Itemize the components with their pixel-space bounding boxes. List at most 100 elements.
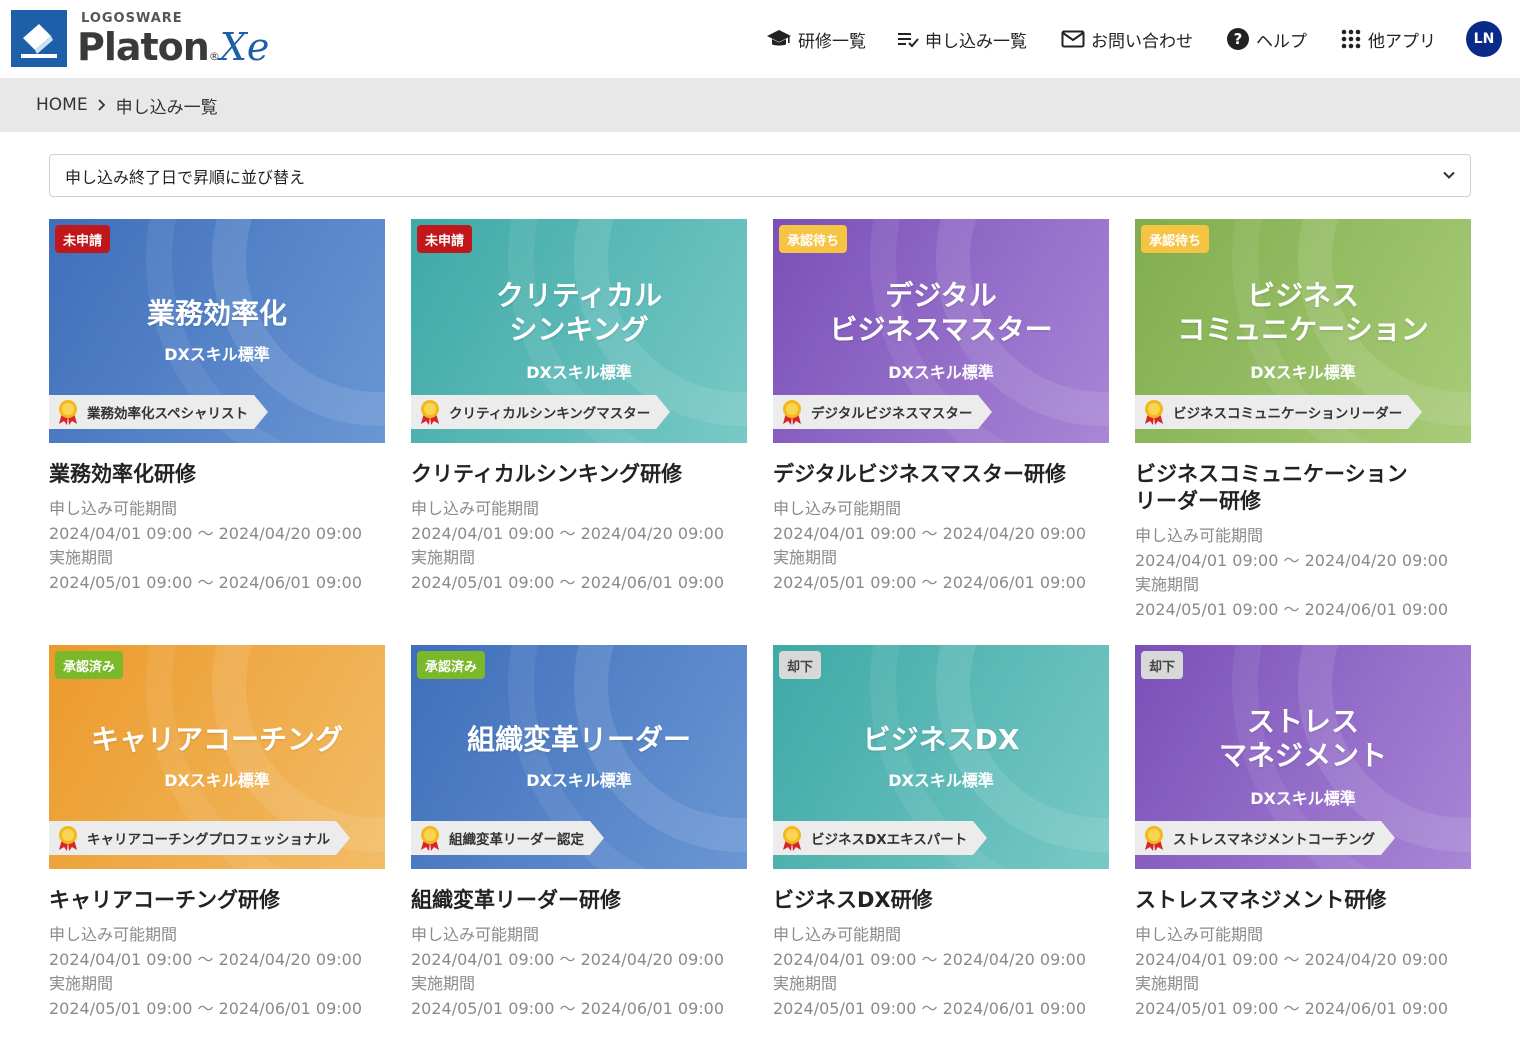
apply-period-value: 2024/04/01 09:00 〜 2024/04/20 09:00 (411, 523, 725, 543)
thumb-title-line: シンキング (509, 313, 649, 346)
nav-application-list[interactable]: 申し込み一覧 (897, 22, 1027, 56)
impl-period-value: 2024/05/01 09:00 〜 2024/06/01 09:00 (411, 998, 725, 1018)
impl-period-label: 実施期間 (1135, 974, 1200, 993)
apply-period-label: 申し込み可能期間 (773, 499, 902, 518)
impl-period-value: 2024/05/01 09:00 〜 2024/06/01 09:00 (773, 998, 1087, 1018)
impl-period-label: 実施期間 (49, 548, 114, 567)
course-periods: 申し込み可能期間 2024/04/01 09:00 〜 2024/04/20 0… (411, 923, 747, 1021)
course-thumbnail[interactable]: 却下 ビジネスDX DXスキル標準 ビジネスDXエキスパート (773, 645, 1109, 869)
sort-select[interactable]: 申し込み終了日で昇順に並び替え (49, 154, 1471, 197)
thumb-subtitle: DXスキル標準 (888, 363, 994, 382)
thumb-subtitle: DXスキル標準 (164, 345, 270, 364)
thumb-subtitle: DXスキル標準 (526, 771, 632, 790)
medal-icon (57, 825, 79, 851)
platon-xe-logo[interactable]: LOGOSWARE Platon®Xe (11, 10, 301, 70)
nav-label: お問い合わせ (1091, 31, 1193, 52)
breadcrumb-home[interactable]: HOME (36, 95, 88, 115)
status-badge: 却下 (779, 651, 822, 679)
course-periods: 申し込み可能期間 2024/04/01 09:00 〜 2024/04/20 0… (49, 497, 385, 595)
course-card[interactable]: 却下 ビジネスDX DXスキル標準 ビジネスDXエキスパート ビジネスDX研修 … (773, 645, 1109, 1021)
apply-period-value: 2024/04/01 09:00 〜 2024/04/20 09:00 (1135, 949, 1449, 969)
ribbon-label: クリティカルシンキングマスター (449, 406, 651, 422)
impl-period-value: 2024/05/01 09:00 〜 2024/06/01 09:00 (49, 572, 363, 592)
certification-ribbon: ストレスマネジメントコーチング (1135, 821, 1396, 855)
course-title[interactable]: 業務効率化研修 (49, 461, 385, 488)
course-title[interactable]: デジタルビジネスマスター研修 (773, 461, 1109, 488)
course-thumbnail[interactable]: 却下 ストレス マネジメント DXスキル標準 ストレスマネジメントコーチング (1135, 645, 1471, 869)
list-check-icon (898, 33, 919, 48)
certification-ribbon: 業務効率化スペシャリスト (49, 395, 269, 429)
ribbon-label: デジタルビジネスマスター (811, 406, 973, 422)
certification-ribbon: デジタルビジネスマスター (773, 395, 993, 429)
nav-label: 他アプリ (1368, 31, 1436, 52)
medal-icon (1143, 399, 1165, 425)
logo-brand-text: Platon®Xe (77, 25, 270, 69)
nav-course-list[interactable]: 研修一覧 (766, 22, 866, 56)
course-periods: 申し込み可能期間 2024/04/01 09:00 〜 2024/04/20 0… (1135, 923, 1471, 1021)
course-card[interactable]: 承認待ち デジタル ビジネスマスター DXスキル標準 デジタルビジネスマスター デ… (773, 219, 1109, 595)
thumb-subtitle: DXスキル標準 (164, 771, 270, 790)
chevron-right-icon (97, 99, 106, 111)
medal-icon (57, 399, 79, 425)
logo-mark-icon (11, 10, 67, 67)
course-card[interactable]: 承認待ち ビジネス コミュニケーション DXスキル標準 ビジネスコミュニケーション… (1135, 219, 1471, 622)
status-badge: 承認待ち (779, 225, 848, 253)
apply-period-value: 2024/04/01 09:00 〜 2024/04/20 09:00 (773, 523, 1087, 543)
impl-period-label: 実施期間 (411, 548, 476, 567)
course-title-line: ビジネスコミュニケーション (1135, 462, 1408, 486)
impl-period-value: 2024/05/01 09:00 〜 2024/06/01 09:00 (49, 998, 363, 1018)
certification-ribbon: ビジネスDXエキスパート (773, 821, 988, 855)
chevron-down-icon (1443, 171, 1455, 179)
apply-period-label: 申し込み可能期間 (773, 925, 902, 944)
apply-period-value: 2024/04/01 09:00 〜 2024/04/20 09:00 (411, 949, 725, 969)
course-periods: 申し込み可能期間 2024/04/01 09:00 〜 2024/04/20 0… (773, 923, 1109, 1021)
status-badge: 未申請 (417, 225, 473, 253)
apply-period-value: 2024/04/01 09:00 〜 2024/04/20 09:00 (49, 949, 363, 969)
apply-period-value: 2024/04/01 09:00 〜 2024/04/20 09:00 (773, 949, 1087, 969)
course-title[interactable]: ストレスマネジメント研修 (1135, 887, 1471, 914)
course-card[interactable]: 承認済み キャリアコーチング DXスキル標準 キャリアコーチングプロフェッショナ… (49, 645, 385, 1021)
user-avatar[interactable]: LN (1466, 21, 1502, 57)
course-thumbnail[interactable]: 未申請 業務効率化 DXスキル標準 業務効率化スペシャリスト (49, 219, 385, 443)
breadcrumb: HOME 申し込み一覧 (0, 78, 1520, 132)
help-circle-icon: ? (1227, 28, 1249, 50)
apply-period-label: 申し込み可能期間 (49, 499, 178, 518)
certification-ribbon: ビジネスコミュニケーションリーダー (1135, 395, 1423, 429)
impl-period-label: 実施期間 (49, 974, 114, 993)
course-thumbnail[interactable]: 未申請 クリティカル シンキング DXスキル標準 クリティカルシンキングマスター (411, 219, 747, 443)
thumb-subtitle: DXスキル標準 (1250, 363, 1356, 382)
course-thumbnail[interactable]: 承認済み キャリアコーチング DXスキル標準 キャリアコーチングプロフェッショナ… (49, 645, 385, 869)
apply-period-label: 申し込み可能期間 (411, 925, 540, 944)
course-title[interactable]: ビジネスDX研修 (773, 887, 1109, 914)
thumb-title-line: コミュニケーション (1177, 313, 1429, 346)
course-title[interactable]: クリティカルシンキング研修 (411, 461, 747, 488)
course-card[interactable]: 未申請 業務効率化 DXスキル標準 業務効率化スペシャリスト 業務効率化研修 申… (49, 219, 385, 595)
nav-help[interactable]: ? ヘルプ (1226, 22, 1307, 56)
thumb-title-line: マネジメント (1218, 739, 1387, 772)
thumb-title-line: ストレス (1246, 705, 1359, 738)
thumb-title-line: 業務効率化 (146, 297, 287, 330)
course-card[interactable]: 承認済み 組織変革リーダー DXスキル標準 組織変革リーダー認定 組織変革リーダ… (411, 645, 747, 1021)
ribbon-label: 業務効率化スペシャリスト (87, 406, 249, 422)
thumb-title-line: デジタル (885, 279, 997, 312)
course-thumbnail[interactable]: 承認待ち デジタル ビジネスマスター DXスキル標準 デジタルビジネスマスター (773, 219, 1109, 443)
course-title[interactable]: ビジネスコミュニケーション リーダー研修 (1135, 461, 1471, 515)
course-title[interactable]: キャリアコーチング研修 (49, 887, 385, 914)
course-card[interactable]: 却下 ストレス マネジメント DXスキル標準 ストレスマネジメントコーチング スト… (1135, 645, 1471, 1021)
ribbon-label: 組織変革リーダー認定 (449, 832, 584, 848)
course-periods: 申し込み可能期間 2024/04/01 09:00 〜 2024/04/20 0… (49, 923, 385, 1021)
apps-grid-icon (1341, 29, 1361, 49)
impl-period-value: 2024/05/01 09:00 〜 2024/06/01 09:00 (1135, 998, 1449, 1018)
impl-period-label: 実施期間 (773, 974, 838, 993)
thumb-title-line: キャリアコーチング (90, 723, 343, 756)
nav-label: ヘルプ (1256, 31, 1307, 52)
impl-period-label: 実施期間 (773, 548, 838, 567)
nav-contact[interactable]: お問い合わせ (1061, 22, 1193, 56)
course-card[interactable]: 未申請 クリティカル シンキング DXスキル標準 クリティカルシンキングマスター … (411, 219, 747, 595)
nav-label: 研修一覧 (798, 31, 866, 52)
course-thumbnail[interactable]: 承認待ち ビジネス コミュニケーション DXスキル標準 ビジネスコミュニケーション… (1135, 219, 1471, 443)
nav-other-apps[interactable]: 他アプリ (1340, 22, 1436, 56)
course-thumbnail[interactable]: 承認済み 組織変革リーダー DXスキル標準 組織変革リーダー認定 (411, 645, 747, 869)
ribbon-label: キャリアコーチングプロフェッショナル (87, 832, 330, 848)
course-title[interactable]: 組織変革リーダー研修 (411, 887, 747, 914)
